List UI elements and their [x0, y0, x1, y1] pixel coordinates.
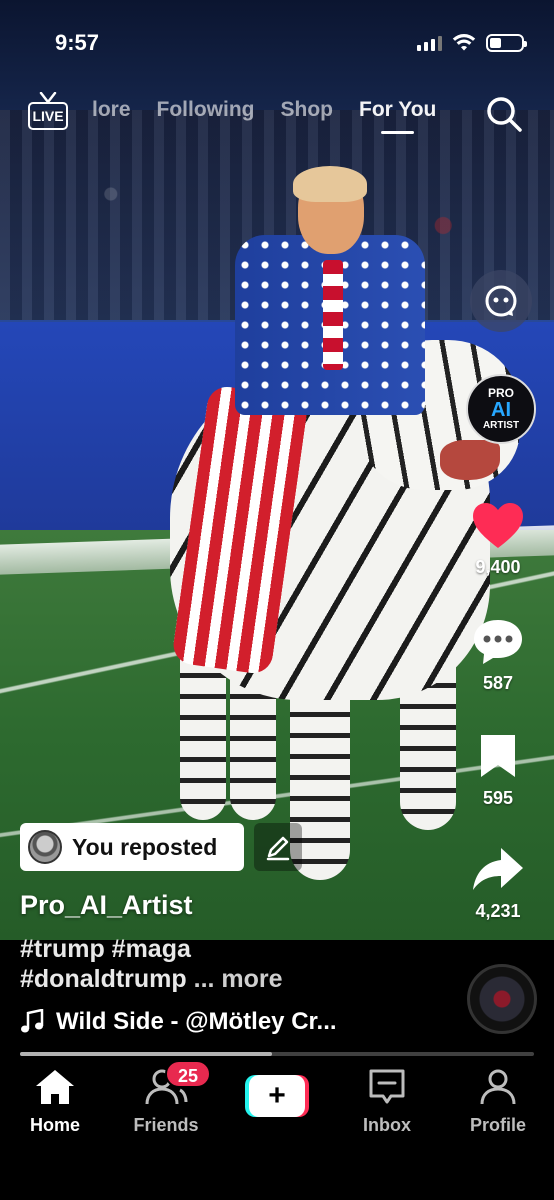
bookmark-icon: [481, 735, 515, 777]
post-caption[interactable]: #trump #maga #donaldtrump ... more: [20, 934, 440, 994]
top-navigation: LIVE lore Following Shop For You: [0, 86, 554, 146]
like-count: 9,400: [475, 557, 521, 577]
caption-more-link[interactable]: ... more: [194, 965, 283, 993]
rider-hair: [293, 166, 367, 202]
music-info[interactable]: Wild Side - @Mötley Cr...: [20, 1008, 337, 1036]
friends-notification-badge: 25: [165, 1060, 211, 1088]
nav-home-label: Home: [29, 1115, 80, 1135]
search-icon[interactable]: [484, 94, 524, 134]
share-button[interactable]: 4,231: [458, 846, 538, 922]
save-count: 595: [482, 788, 514, 808]
create-post-button[interactable]: +: [245, 1075, 309, 1117]
battery-icon: [486, 34, 527, 52]
creator-username[interactable]: Pro_AI_Artist: [20, 890, 193, 921]
status-time: 9:57: [55, 30, 100, 55]
home-icon: [36, 1070, 74, 1104]
nav-inbox[interactable]: Inbox: [337, 1068, 437, 1136]
user-avatar: [28, 830, 62, 864]
share-count: 4,231: [475, 901, 521, 921]
wifi-icon: [452, 34, 476, 51]
avatar-text-artist: ARTIST: [482, 420, 520, 431]
nav-friends-label: Friends: [133, 1115, 199, 1135]
repost-label: You reposted: [72, 833, 218, 860]
music-disc-thumbnail[interactable]: [467, 964, 537, 1034]
repost-indicator[interactable]: You reposted: [20, 823, 244, 871]
tab-for-you[interactable]: For You: [359, 98, 436, 134]
comment-button[interactable]: 587: [458, 618, 538, 694]
caption-hashtags-line2[interactable]: #donaldtrump: [20, 965, 187, 993]
nav-inbox-label: Inbox: [363, 1115, 411, 1135]
status-icons: [417, 34, 527, 52]
music-title: Wild Side - @Mötley Cr...: [56, 1008, 337, 1035]
pencil-icon: [266, 836, 290, 861]
comment-icon: [474, 620, 522, 664]
feed-tabs: lore Following Shop For You: [92, 98, 436, 134]
nav-profile-label: Profile: [469, 1115, 526, 1135]
tiger-mouth: [440, 440, 500, 480]
status-bar: 9:57: [0, 0, 554, 80]
chat-bot-icon: [485, 285, 517, 317]
avatar-text-pro: PRO: [487, 386, 514, 400]
live-button[interactable]: LIVE: [26, 92, 70, 136]
plus-icon: +: [249, 1075, 305, 1117]
live-label: LIVE: [32, 108, 64, 124]
bookmark-button[interactable]: 595: [458, 733, 538, 809]
like-button[interactable]: 9,400: [458, 502, 538, 578]
profile-icon: [480, 1069, 516, 1105]
nav-profile[interactable]: Profile: [448, 1068, 548, 1136]
ai-assistant-button[interactable]: [470, 270, 532, 332]
nav-home[interactable]: Home: [5, 1068, 105, 1136]
comment-count: 587: [482, 673, 514, 693]
caption-hashtags-line1[interactable]: #trump #maga: [20, 934, 440, 964]
music-note-icon: [21, 1009, 44, 1033]
edit-repost-button[interactable]: [254, 823, 302, 871]
creator-avatar[interactable]: PRO AI ARTIST: [466, 374, 536, 444]
video-progress-fill: [20, 1052, 272, 1056]
tab-lore[interactable]: lore: [92, 98, 131, 122]
tab-following[interactable]: Following: [157, 98, 255, 122]
avatar-text-ai: AI: [491, 399, 511, 421]
share-arrow-icon: [473, 848, 523, 890]
tab-shop[interactable]: Shop: [281, 98, 334, 122]
rider-tie: [323, 260, 343, 370]
cellular-signal-icon: [417, 35, 442, 51]
heart-icon: [473, 503, 523, 548]
video-progress-bar[interactable]: [20, 1052, 534, 1056]
inbox-icon: [369, 1069, 405, 1104]
